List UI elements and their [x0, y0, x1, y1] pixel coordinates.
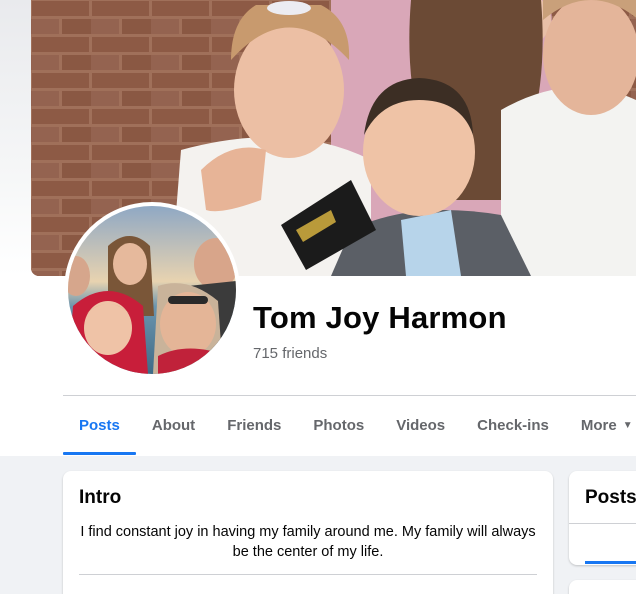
posts-title: Posts	[585, 487, 636, 508]
posts-filter-active-indicator	[585, 561, 636, 564]
tab-friends[interactable]: Friends	[211, 396, 297, 455]
tab-posts[interactable]: Posts	[63, 396, 136, 455]
profile-picture-image	[68, 206, 236, 374]
tab-label: Videos	[396, 417, 446, 434]
tab-label: More	[580, 417, 617, 434]
profile-tabs: Posts About Friends Photos Videos Check-…	[63, 396, 636, 455]
intro-divider	[79, 574, 537, 575]
tab-check-ins[interactable]: Check-ins	[461, 396, 565, 455]
intro-bio: I find constant joy in having my family …	[80, 524, 536, 560]
tab-about[interactable]: About	[136, 396, 211, 455]
intro-card: Intro I find constant joy in having my f…	[63, 471, 553, 594]
tab-videos[interactable]: Videos	[380, 396, 461, 455]
tab-label: Posts	[79, 417, 120, 434]
tab-label: Friends	[227, 417, 282, 434]
friends-count[interactable]: 715 friends	[253, 345, 327, 362]
profile-picture[interactable]	[64, 202, 240, 378]
intro-title: Intro	[79, 487, 122, 508]
caret-down-icon: ▼	[622, 420, 633, 431]
tab-photos[interactable]: Photos	[297, 396, 380, 455]
tab-more[interactable]: More ▼	[565, 396, 636, 455]
tab-label: Photos	[313, 417, 365, 434]
profile-page: Tom Joy Harmon 715 friends Posts About F…	[0, 0, 636, 594]
tab-label: About	[151, 417, 196, 434]
posts-card: Posts	[569, 471, 636, 565]
posts-divider	[569, 523, 636, 524]
tab-label: Check-ins	[477, 417, 549, 434]
post-card	[569, 580, 636, 594]
header-left-edge	[0, 0, 32, 276]
profile-name: Tom Joy Harmon	[253, 300, 507, 335]
